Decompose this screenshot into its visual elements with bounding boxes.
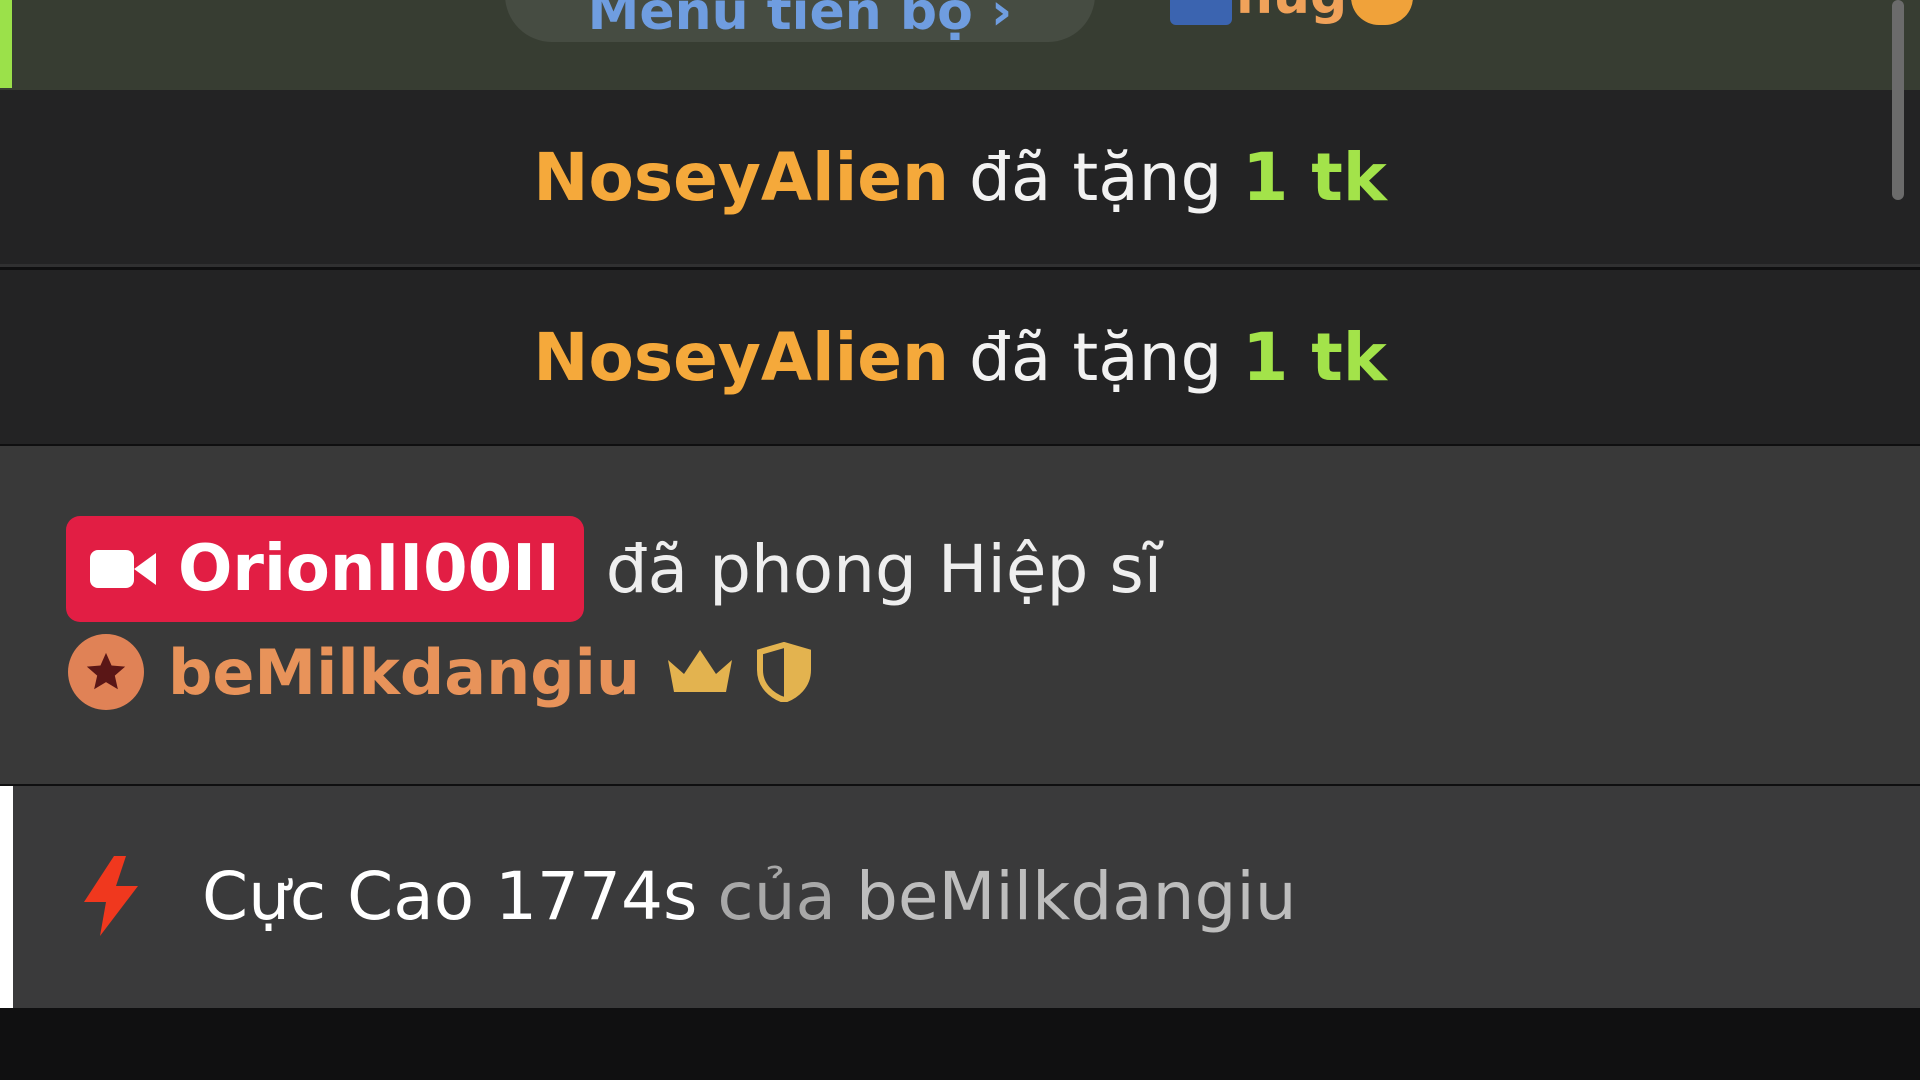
gift-username[interactable]: NoseyAlien — [533, 319, 949, 396]
hug-emoji-icon — [1351, 0, 1414, 25]
record-message: Cực Cao 1774s của beMilkdangiu — [0, 786, 1920, 1008]
row-highlight-bar — [0, 786, 13, 1008]
knight-message: OrionII00II đã phong Hiệp sĩ beMilkdangi… — [0, 446, 1920, 784]
gift-amount: 1 tk — [1242, 318, 1387, 396]
row-accent-bar — [0, 0, 12, 88]
knight-message-line: OrionII00II đã phong Hiệp sĩ — [66, 516, 1162, 622]
broadcaster-badge[interactable]: OrionII00II — [66, 516, 584, 622]
crown-icon — [664, 646, 736, 698]
progress-menu-label: Menu tiến bộ › — [587, 0, 1013, 42]
hug-message: hug — [1170, 0, 1414, 26]
star-badge-icon — [68, 634, 144, 710]
video-camera-icon — [90, 547, 156, 591]
gift-verb: đã tặng — [969, 138, 1223, 216]
record-value: Cực Cao 1774s — [202, 857, 698, 935]
gift-verb: đã tặng — [969, 318, 1223, 396]
gift-message: NoseyAlien đã tặng 1 tk — [0, 270, 1920, 444]
broadcaster-name: OrionII00II — [178, 532, 560, 606]
knight-action-text: đã phong Hiệp sĩ — [605, 530, 1163, 608]
shield-icon — [756, 642, 812, 702]
record-username[interactable]: beMilkdangiu — [856, 858, 1297, 935]
gift-amount: 1 tk — [1242, 138, 1387, 216]
knight-target-line: beMilkdangiu — [68, 634, 832, 710]
progress-menu-button[interactable]: Menu tiến bộ › — [505, 0, 1095, 42]
chat-feed: Menu tiến bộ › hug NoseyAlien đã tặng 1 … — [0, 0, 1920, 1080]
lightning-bolt-icon — [78, 856, 144, 940]
knighted-username[interactable]: beMilkdangiu — [168, 636, 640, 709]
scrollbar-thumb[interactable] — [1892, 0, 1904, 200]
hug-label: hug — [1236, 0, 1347, 26]
gift-message: NoseyAlien đã tặng 1 tk — [0, 90, 1920, 267]
progress-menu-row: Menu tiến bộ › hug — [0, 0, 1920, 90]
record-text: Cực Cao 1774s của beMilkdangiu — [202, 846, 1297, 946]
record-of: của — [717, 857, 836, 935]
bottom-bar — [0, 1010, 1920, 1080]
person-emoji-icon — [1170, 0, 1232, 25]
gift-username[interactable]: NoseyAlien — [533, 139, 949, 216]
